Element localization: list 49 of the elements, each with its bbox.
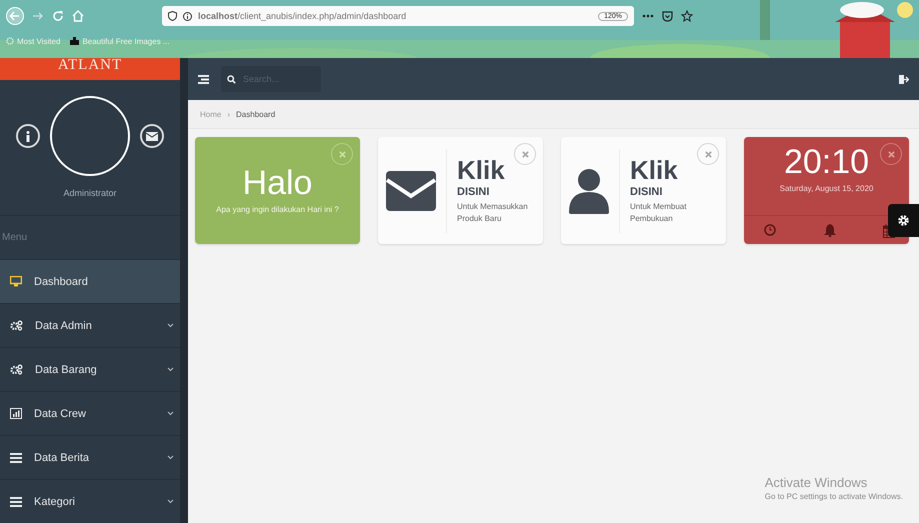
- clock-time: 20:10: [784, 145, 870, 179]
- close-icon: [338, 150, 346, 158]
- tile-title: Klik: [457, 157, 505, 184]
- menu-heading: Menu: [1, 230, 28, 245]
- breadcrumb-separator: ›: [227, 110, 230, 118]
- envelope-icon: [146, 132, 158, 141]
- close-icon: [522, 150, 528, 158]
- monitor-icon: [10, 276, 22, 287]
- list-icon: [10, 452, 22, 462]
- info-button[interactable]: [16, 124, 40, 148]
- bell-icon: [824, 224, 836, 237]
- tile-text: Untuk Membuat Pembukuan: [630, 201, 688, 224]
- user-tile[interactable]: Klik DISINI Untuk Membuat Pembukuan: [561, 137, 726, 244]
- gear-icon: [6, 37, 14, 45]
- tile-title: Halo: [242, 166, 312, 200]
- notice-text: Go to PC settings to activate Windows.: [764, 492, 903, 501]
- user-icon: [569, 168, 609, 214]
- more-icon[interactable]: [642, 14, 654, 18]
- settings-button[interactable]: [888, 204, 919, 237]
- info-icon: [183, 12, 192, 20]
- close-icon: [704, 150, 712, 158]
- notice-title: Activate Windows: [764, 475, 868, 490]
- tile-text: Apa yang ingin dilakukan Hari ini ?: [216, 204, 339, 216]
- list-icon: [10, 496, 22, 506]
- clock-date: Saturday, August 15, 2020: [780, 183, 874, 194]
- close-icon: [888, 150, 894, 158]
- gears-icon: [10, 364, 23, 375]
- sidebar-item[interactable]: Dashboard: [0, 259, 180, 303]
- gears-icon: [10, 320, 23, 331]
- logout-icon[interactable]: [899, 74, 909, 84]
- mail-button[interactable]: [140, 124, 164, 148]
- envelope-icon: [386, 170, 436, 210]
- tile-subtitle: DISINI: [630, 186, 662, 198]
- pocket-icon[interactable]: [662, 10, 673, 22]
- menu-icon[interactable]: [198, 74, 209, 84]
- shield-icon: [168, 11, 177, 21]
- bar-chart-icon: [10, 408, 22, 419]
- clock-icon: [764, 224, 776, 236]
- profile-name: Administrator: [63, 188, 116, 198]
- tile-subtitle: DISINI: [457, 186, 490, 198]
- url-text: localhost/client_anubis/index.php/admin/dashboard: [198, 11, 406, 21]
- info-icon: [26, 130, 30, 142]
- star-icon[interactable]: [681, 10, 693, 22]
- tile-text: Untuk Memasukkan Produk Baru: [457, 201, 529, 224]
- tile-title: Klik: [630, 157, 678, 184]
- search-icon: [227, 74, 236, 84]
- settings-icon: [897, 214, 910, 227]
- logo: ATLANT: [0, 58, 180, 80]
- mail-tile[interactable]: Klik DISINI Untuk Memasukkan Produk Baru: [378, 137, 543, 244]
